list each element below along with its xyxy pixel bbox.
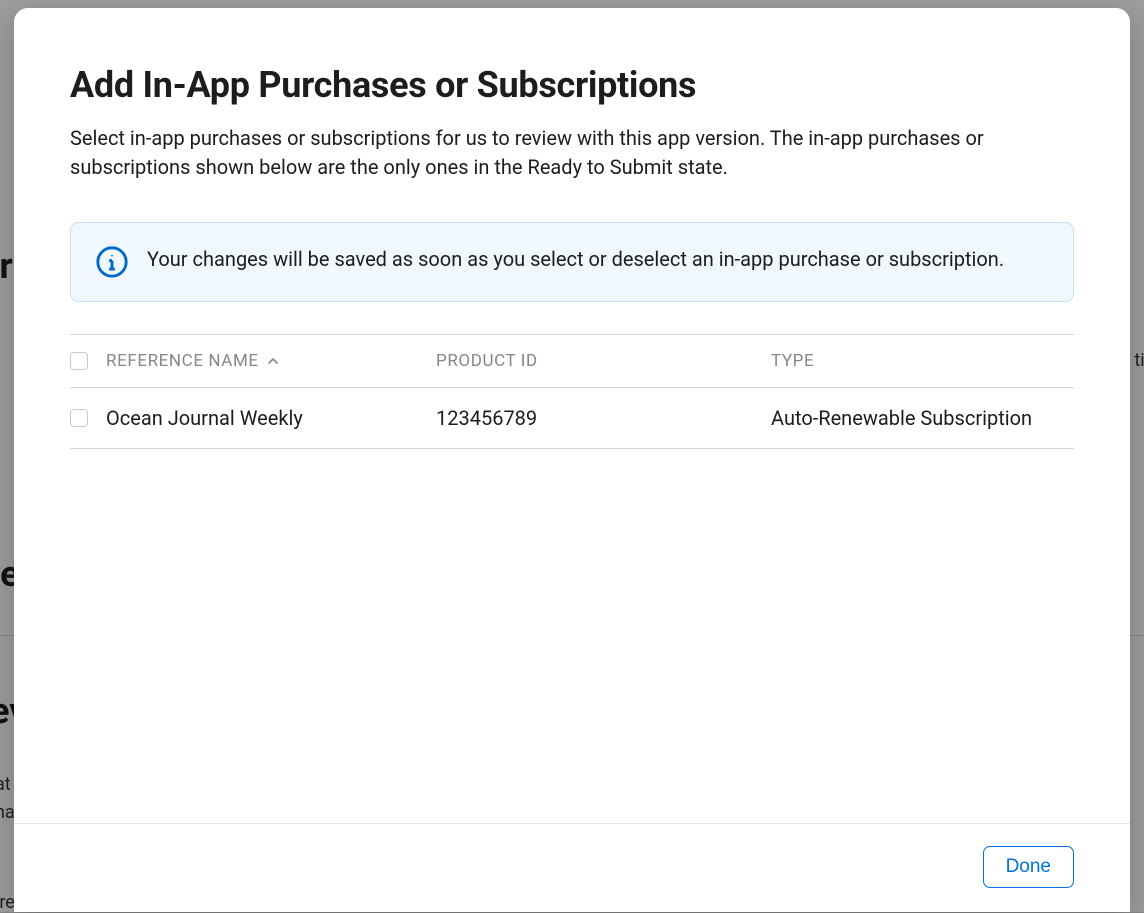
modal-body: Add In-App Purchases or Subscriptions Se… <box>14 8 1130 823</box>
iap-table: REFERENCE NAME PRODUCT ID TYPE <box>70 334 1074 449</box>
table-row[interactable]: Ocean Journal Weekly 123456789 Auto-Rene… <box>70 388 1074 449</box>
select-all-checkbox[interactable] <box>70 352 88 370</box>
row-checkbox[interactable] <box>70 409 88 427</box>
column-header-label: REFERENCE NAME <box>106 351 259 371</box>
modal-subtitle: Select in-app purchases or subscriptions… <box>70 124 1074 182</box>
info-banner: Your changes will be saved as soon as yo… <box>70 222 1074 302</box>
column-header-type[interactable]: TYPE <box>771 351 1074 371</box>
cell-product-id: 123456789 <box>436 406 771 430</box>
column-header-label: PRODUCT ID <box>436 351 538 371</box>
info-icon <box>95 245 129 279</box>
modal-footer: Done <box>14 823 1130 912</box>
modal-title: Add In-App Purchases or Subscriptions <box>70 64 1074 106</box>
cell-type: Auto-Renewable Subscription <box>771 406 1074 430</box>
add-iap-modal: Add In-App Purchases or Subscriptions Se… <box>14 8 1130 912</box>
info-banner-text: Your changes will be saved as soon as yo… <box>147 245 1004 273</box>
column-header-label: TYPE <box>771 351 814 371</box>
table-header-row: REFERENCE NAME PRODUCT ID TYPE <box>70 334 1074 388</box>
cell-reference-name: Ocean Journal Weekly <box>106 406 436 430</box>
column-header-reference-name[interactable]: REFERENCE NAME <box>106 351 436 371</box>
column-header-product-id[interactable]: PRODUCT ID <box>436 351 771 371</box>
sort-ascending-icon <box>267 355 279 367</box>
done-button[interactable]: Done <box>983 846 1074 888</box>
